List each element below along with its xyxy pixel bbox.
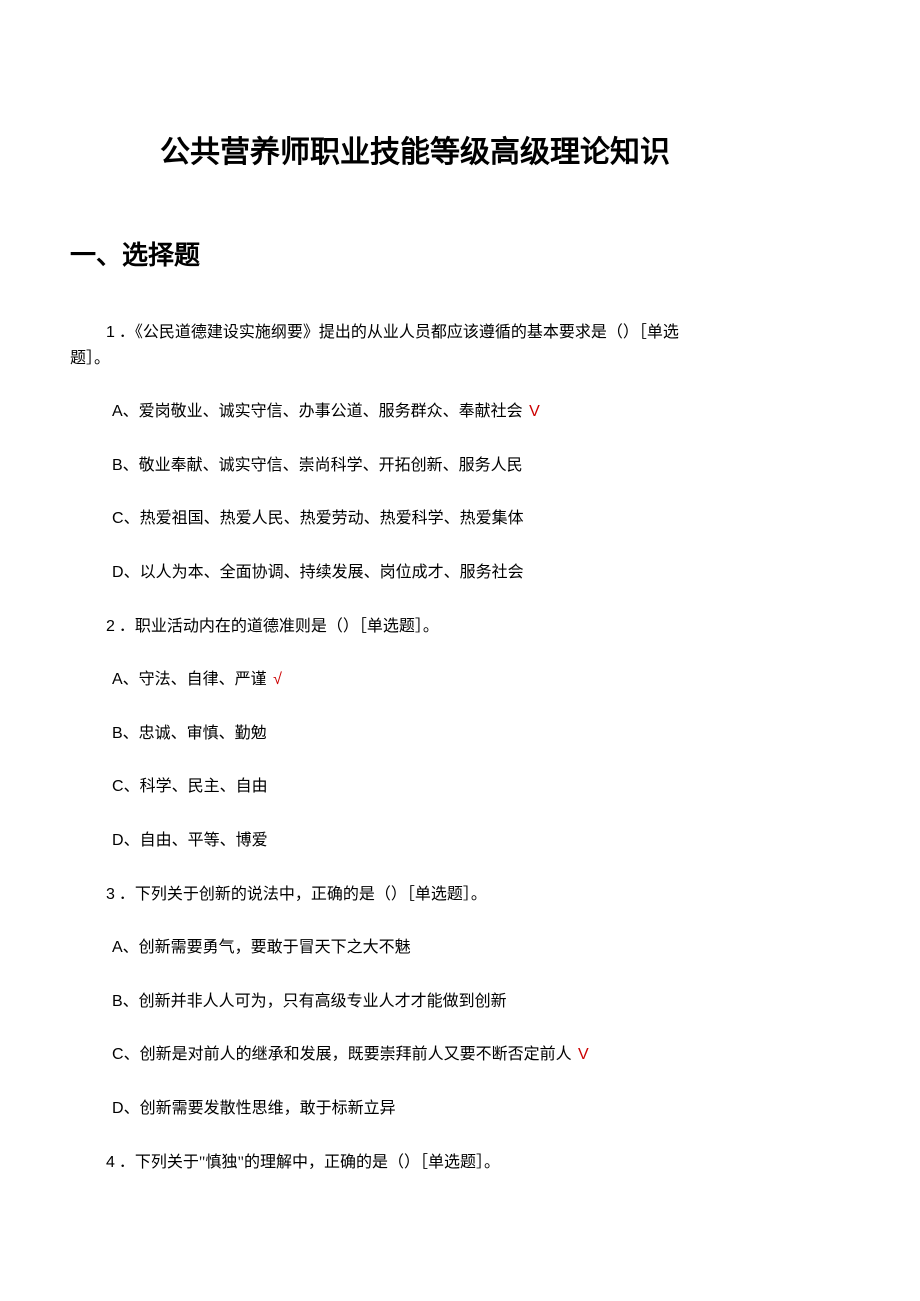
- question-body: ．《公民道德建设实施纲要》提出的从业人员都应该遵循的基本要求是（）［单选: [115, 324, 679, 341]
- question-text: 3 ．下列关于创新的说法中，正确的是（）［单选题］。: [70, 882, 850, 908]
- check-icon: √: [269, 671, 282, 688]
- option-text: 、敬业奉献、诚实守信、崇尚科学、开拓创新、服务人民: [123, 457, 523, 474]
- question-text: 1 ．《公民道德建设实施纲要》提出的从业人员都应该遵循的基本要求是（）［单选题］…: [70, 320, 850, 371]
- question-number: 2: [106, 618, 115, 635]
- option-letter: C: [112, 510, 124, 527]
- option-text: 、爱岗敬业、诚实守信、办事公道、服务群众、奉献社会: [123, 403, 523, 420]
- option-letter: B: [112, 725, 123, 742]
- option: D、创新需要发散性思维，敢于标新立异: [70, 1096, 850, 1122]
- option: D、自由、平等、博爱: [70, 828, 850, 854]
- option: C、科学、民主、自由: [70, 774, 850, 800]
- option-letter: D: [112, 1100, 124, 1117]
- option: C、创新是对前人的继承和发展，既要崇拜前人又要不断否定前人 V: [70, 1042, 850, 1068]
- option-letter: C: [112, 778, 124, 795]
- option: D、以人为本、全面协调、持续发展、岗位成才、服务社会: [70, 560, 850, 586]
- questions-container: 1 ．《公民道德建设实施纲要》提出的从业人员都应该遵循的基本要求是（）［单选题］…: [70, 320, 850, 1175]
- option-text: 、创新并非人人可为，只有高级专业人才才能做到创新: [123, 993, 507, 1010]
- option-letter: B: [112, 993, 123, 1010]
- option: A、创新需要勇气，要敢于冒天下之大不魅: [70, 935, 850, 961]
- option: B、创新并非人人可为，只有高级专业人才才能做到创新: [70, 989, 850, 1015]
- option: A、爱岗敬业、诚实守信、办事公道、服务群众、奉献社会 V: [70, 399, 850, 425]
- option-letter: A: [112, 671, 123, 688]
- document-title: 公共营养师职业技能等级高级理论知识: [160, 130, 790, 175]
- option-letter: D: [112, 832, 124, 849]
- question-body: ．下列关于创新的说法中，正确的是（）［单选题］。: [115, 886, 487, 903]
- option-text: 、忠诚、审慎、勤勉: [123, 725, 267, 742]
- option-text: 、创新是对前人的继承和发展，既要崇拜前人又要不断否定前人: [124, 1046, 572, 1063]
- option-text: 、科学、民主、自由: [124, 778, 268, 795]
- option-text: 、创新需要勇气，要敢于冒天下之大不魅: [123, 939, 411, 956]
- option-text: 、守法、自律、严谨: [123, 671, 267, 688]
- option: C、热爱祖国、热爱人民、热爱劳动、热爱科学、热爱集体: [70, 506, 850, 532]
- option-text: 、以人为本、全面协调、持续发展、岗位成才、服务社会: [124, 564, 524, 581]
- section-heading: 一、选择题: [70, 235, 850, 272]
- option: A、守法、自律、严谨 √: [70, 667, 850, 693]
- option-letter: D: [112, 564, 124, 581]
- question-body: ．下列关于"慎独"的理解中，正确的是（）［单选题］。: [115, 1154, 500, 1171]
- option-letter: A: [112, 403, 123, 420]
- option-letter: C: [112, 1046, 124, 1063]
- option-text: 、热爱祖国、热爱人民、热爱劳动、热爱科学、热爱集体: [124, 510, 524, 527]
- option-letter: A: [112, 939, 123, 956]
- question-number: 3: [106, 886, 115, 903]
- question-body-wrap: 题］。: [70, 346, 850, 372]
- option-text: 、创新需要发散性思维，敢于标新立异: [124, 1100, 396, 1117]
- question-number: 4: [106, 1154, 115, 1171]
- option: B、忠诚、审慎、勤勉: [70, 721, 850, 747]
- question-text: 2 ．职业活动内在的道德准则是（）［单选题］。: [70, 614, 850, 640]
- option-text: 、自由、平等、博爱: [124, 832, 268, 849]
- question-body: ．职业活动内在的道德准则是（）［单选题］。: [115, 618, 439, 635]
- option: B、敬业奉献、诚实守信、崇尚科学、开拓创新、服务人民: [70, 453, 850, 479]
- check-icon: V: [574, 1046, 589, 1063]
- check-icon: V: [525, 403, 540, 420]
- question-number: 1: [106, 324, 115, 341]
- question-text: 4 ．下列关于"慎独"的理解中，正确的是（）［单选题］。: [70, 1150, 850, 1176]
- option-letter: B: [112, 457, 123, 474]
